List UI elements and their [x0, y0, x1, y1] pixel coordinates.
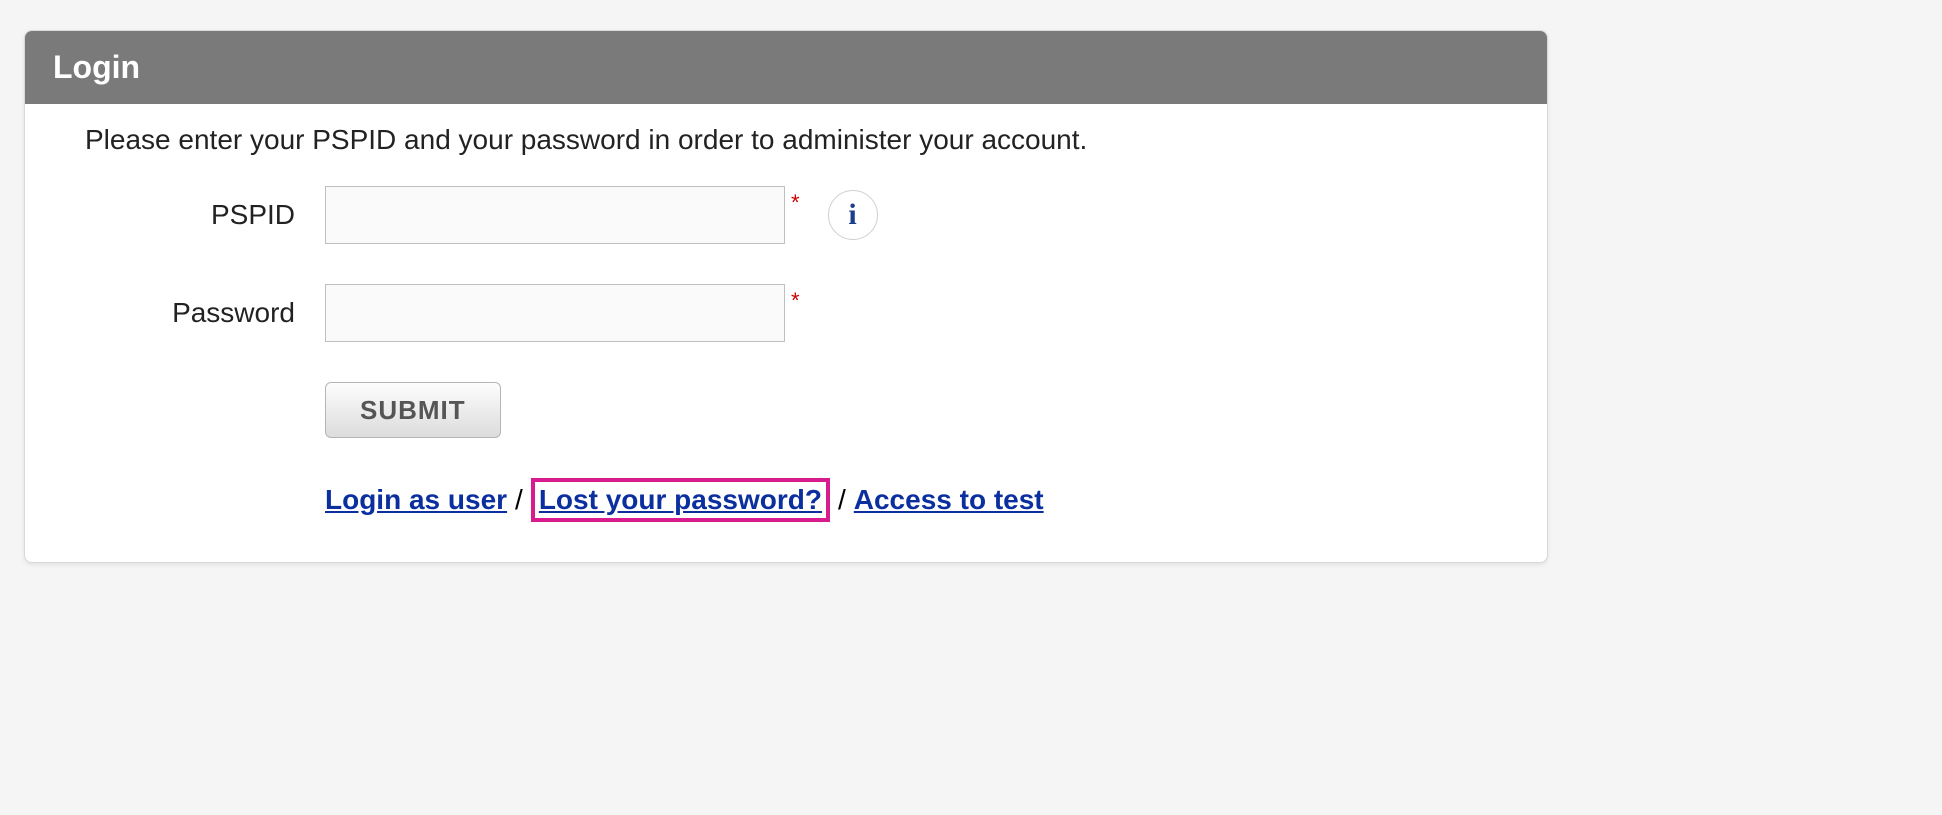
link-separator-2: / [838, 484, 846, 516]
link-separator-1: / [515, 484, 523, 516]
password-row: Password * [85, 284, 1487, 342]
auth-links-row: Login as user / Lost your password? / Ac… [325, 478, 1487, 522]
pspid-label: PSPID [85, 199, 325, 231]
pspid-row: PSPID * i [85, 186, 1487, 244]
lost-password-link[interactable]: Lost your password? [531, 478, 830, 522]
login-instructions: Please enter your PSPID and your passwor… [85, 124, 1487, 156]
login-as-user-link[interactable]: Login as user [325, 484, 507, 516]
info-icon[interactable]: i [828, 190, 878, 240]
pspid-input[interactable] [325, 186, 785, 244]
submit-row: SUBMIT [325, 382, 1487, 438]
login-panel: Login Please enter your PSPID and your p… [24, 30, 1548, 563]
pspid-required-indicator: * [791, 190, 800, 216]
access-to-test-link[interactable]: Access to test [854, 484, 1044, 516]
password-required-indicator: * [791, 288, 800, 314]
panel-title: Login [25, 31, 1547, 104]
submit-button[interactable]: SUBMIT [325, 382, 501, 438]
password-label: Password [85, 297, 325, 329]
panel-body: Please enter your PSPID and your passwor… [25, 104, 1547, 562]
password-input[interactable] [325, 284, 785, 342]
